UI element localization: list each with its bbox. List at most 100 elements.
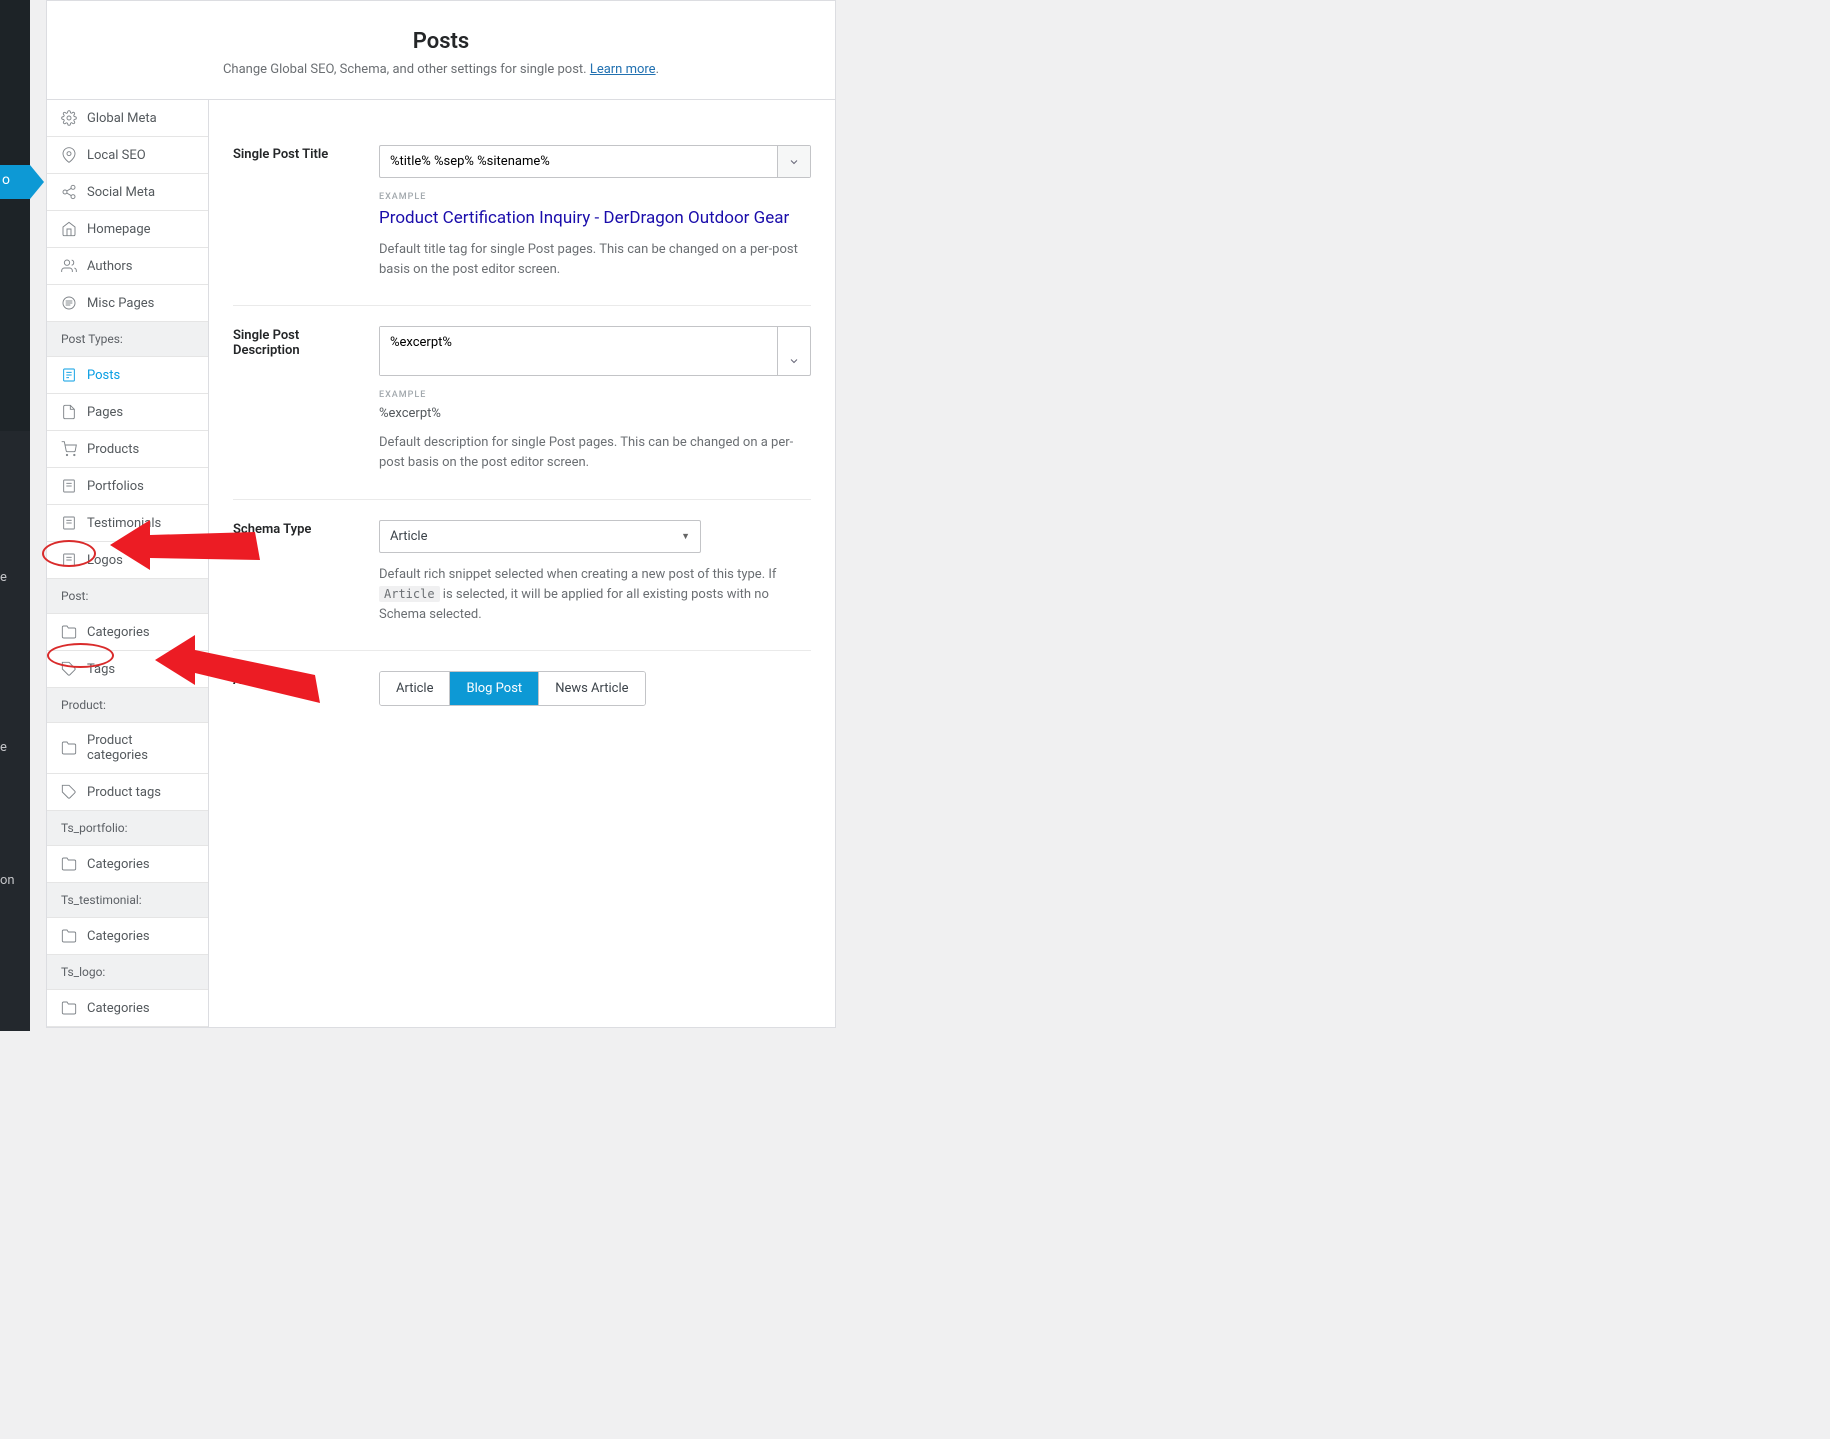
nav-categories-post[interactable]: Categories — [47, 614, 208, 651]
variables-dropdown-button[interactable] — [777, 327, 810, 375]
users-icon — [61, 258, 77, 274]
nav-pages[interactable]: Pages — [47, 394, 208, 431]
field-single-post-title: Single Post Title EXAMPLE Product Certif… — [233, 125, 811, 306]
field-single-post-description: Single Post Description %excerpt% EXAMPL… — [233, 306, 811, 499]
nav-label: Posts — [87, 368, 120, 383]
nav-label: Categories — [87, 929, 150, 944]
nav-label: Local SEO — [87, 148, 146, 163]
pin-icon — [61, 147, 77, 163]
example-label: EXAMPLE — [379, 192, 811, 202]
active-menu-indicator — [0, 165, 30, 199]
single-post-title-input[interactable] — [380, 146, 777, 177]
wp-menu-fragment: e — [0, 570, 7, 585]
main-panel: Posts Change Global SEO, Schema, and oth… — [46, 0, 836, 1028]
testimonial-icon — [61, 515, 77, 531]
code-chip: Article — [379, 586, 440, 602]
serp-desc-preview: %excerpt% — [379, 406, 811, 421]
nav-posts[interactable]: Posts — [47, 357, 208, 394]
folder-icon — [61, 928, 77, 944]
settings-content: Single Post Title EXAMPLE Product Certif… — [209, 100, 835, 1027]
cart-icon — [61, 441, 77, 457]
example-label: EXAMPLE — [379, 390, 811, 400]
title-input-wrap — [379, 145, 811, 178]
nav-products[interactable]: Products — [47, 431, 208, 468]
nav-misc-pages[interactable]: Misc Pages — [47, 285, 208, 322]
nav-label: Portfolios — [87, 479, 144, 494]
nav-global-meta[interactable]: Global Meta — [47, 100, 208, 137]
portfolio-icon — [61, 478, 77, 494]
share-icon — [61, 184, 77, 200]
section-post: Post: — [47, 579, 208, 614]
folder-icon — [61, 624, 77, 640]
nav-label: Categories — [87, 857, 150, 872]
nav-categories-testimonial[interactable]: Categories — [47, 918, 208, 955]
nav-homepage[interactable]: Homepage — [47, 211, 208, 248]
nav-label: Product tags — [87, 785, 161, 800]
page-header: Posts Change Global SEO, Schema, and oth… — [47, 1, 835, 100]
schema-type-select[interactable]: Article ▼ — [379, 520, 701, 553]
wp-menu-fragment: on — [0, 873, 15, 888]
settings-sidebar: Global Meta Local SEO Social Meta Homepa… — [47, 100, 209, 1027]
folder-icon — [61, 856, 77, 872]
serp-title-preview: Product Certification Inquiry - DerDrago… — [379, 208, 811, 228]
nav-label: Social Meta — [87, 185, 155, 200]
nav-logos[interactable]: Logos — [47, 542, 208, 579]
post-icon — [61, 367, 77, 383]
page-title: Posts — [87, 29, 795, 54]
nav-label: Product categories — [87, 733, 194, 763]
nav-label: Products — [87, 442, 139, 457]
active-menu-arrow — [30, 165, 44, 199]
variables-dropdown-button[interactable] — [777, 146, 810, 177]
nav-label: Testimonials — [87, 516, 161, 531]
section-post-types: Post Types: — [47, 322, 208, 357]
nav-product-categories[interactable]: Product categories — [47, 723, 208, 774]
section-ts-logo: Ts_logo: — [47, 955, 208, 990]
nav-label: Categories — [87, 1001, 150, 1016]
page-icon — [61, 404, 77, 420]
nav-authors[interactable]: Authors — [47, 248, 208, 285]
article-type-article[interactable]: Article — [380, 672, 450, 705]
tag-icon — [61, 784, 77, 800]
nav-label: Pages — [87, 405, 123, 420]
section-product: Product: — [47, 688, 208, 723]
article-type-blog-post[interactable]: Blog Post — [450, 672, 539, 705]
nav-label: Authors — [87, 259, 133, 274]
nav-testimonials[interactable]: Testimonials — [47, 505, 208, 542]
help-text: Default rich snippet selected when creat… — [379, 565, 811, 625]
nav-label: Categories — [87, 625, 150, 640]
select-value: Article — [390, 529, 427, 544]
nav-product-tags[interactable]: Product tags — [47, 774, 208, 811]
nav-label: Homepage — [87, 222, 151, 237]
nav-categories-portfolio[interactable]: Categories — [47, 846, 208, 883]
learn-more-link[interactable]: Learn more — [590, 62, 656, 77]
field-label: Single Post Title — [233, 145, 367, 280]
article-type-news-article[interactable]: News Article — [539, 672, 644, 705]
nav-label: Misc Pages — [87, 296, 154, 311]
nav-tags-post[interactable]: Tags — [47, 651, 208, 688]
nav-label: Tags — [87, 662, 115, 677]
nav-label: Global Meta — [87, 111, 157, 126]
nav-social-meta[interactable]: Social Meta — [47, 174, 208, 211]
logo-icon — [61, 552, 77, 568]
wp-admin-sidebar-dark2 — [0, 431, 30, 1031]
field-label: Single Post Description — [233, 326, 367, 473]
folder-icon — [61, 740, 77, 756]
nav-categories-logo[interactable]: Categories — [47, 990, 208, 1027]
field-schema-type: Schema Type Article ▼ Default rich snipp… — [233, 500, 811, 651]
desc-input-wrap: %excerpt% — [379, 326, 811, 376]
nav-portfolios[interactable]: Portfolios — [47, 468, 208, 505]
article-type-group: Article Blog Post News Article — [379, 671, 646, 706]
folder-icon — [61, 1000, 77, 1016]
single-post-desc-input[interactable]: %excerpt% — [380, 327, 777, 375]
section-ts-testimonial: Ts_testimonial: — [47, 883, 208, 918]
chevron-down-icon: ▼ — [681, 531, 690, 542]
nav-label: Logos — [87, 553, 123, 568]
field-label: Schema Type — [233, 520, 367, 625]
field-label: Article Type — [233, 671, 367, 706]
help-text: Default description for single Post page… — [379, 433, 811, 473]
home-icon — [61, 221, 77, 237]
nav-local-seo[interactable]: Local SEO — [47, 137, 208, 174]
wp-menu-fragment: e — [0, 740, 7, 755]
lines-icon — [61, 295, 77, 311]
gear-icon — [61, 110, 77, 126]
